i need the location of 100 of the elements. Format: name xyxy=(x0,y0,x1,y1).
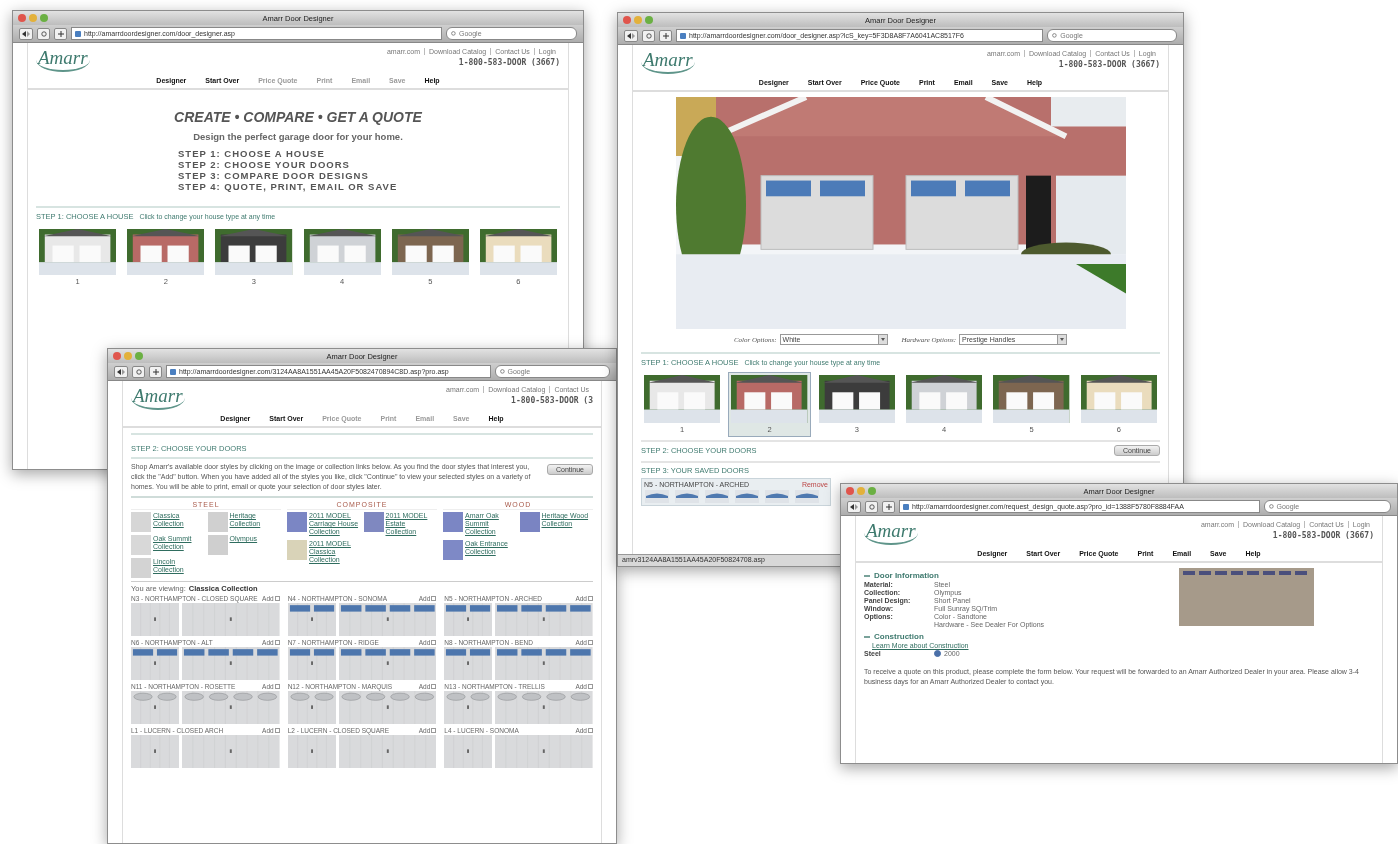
door-image[interactable] xyxy=(131,691,180,725)
reload-icon xyxy=(645,32,652,39)
checkbox[interactable] xyxy=(588,684,593,690)
checkbox[interactable] xyxy=(274,684,280,690)
search-icon xyxy=(451,30,457,37)
door-image[interactable] xyxy=(444,603,493,637)
door-image[interactable] xyxy=(495,603,593,637)
checkbox[interactable] xyxy=(274,596,280,602)
door-thumbnail[interactable] xyxy=(734,490,760,503)
checkbox[interactable] xyxy=(274,728,280,734)
reload-button[interactable] xyxy=(865,500,878,513)
add-button[interactable] xyxy=(882,500,895,513)
checkbox[interactable] xyxy=(431,684,437,690)
door-thumbnail[interactable] xyxy=(674,490,700,503)
door-image[interactable] xyxy=(444,691,493,725)
collapse-icon[interactable] xyxy=(864,633,870,640)
door-swatch[interactable] xyxy=(287,512,307,533)
checkbox[interactable] xyxy=(431,596,437,602)
door-image[interactable] xyxy=(338,603,437,637)
section-title: Construction xyxy=(874,632,924,641)
checkbox[interactable] xyxy=(431,728,437,734)
phone-number: 1-800-583-DOOR (3667) xyxy=(458,58,560,67)
page-icon xyxy=(170,368,176,375)
door-thumbnail[interactable] xyxy=(794,490,820,503)
door-image[interactable] xyxy=(287,603,336,637)
radio-button[interactable] xyxy=(934,650,941,657)
reload-icon xyxy=(40,30,47,37)
door-image[interactable] xyxy=(182,691,280,725)
reload-icon xyxy=(868,503,875,510)
checkbox[interactable] xyxy=(588,728,593,734)
back-forward-icon xyxy=(22,30,30,37)
logo[interactable]: Amarr xyxy=(641,50,695,74)
plus-icon xyxy=(57,30,64,37)
plus-icon xyxy=(152,368,159,375)
reload-button[interactable] xyxy=(132,365,145,378)
logo[interactable]: Amarr xyxy=(864,521,918,545)
logo[interactable]: Amarr xyxy=(131,386,185,410)
search-icon xyxy=(1052,32,1059,39)
step-text: STEP 4: QUOTE, PRINT, EMAIL OR SAVE xyxy=(178,181,399,192)
door-swatch[interactable] xyxy=(131,535,151,556)
checkbox[interactable] xyxy=(588,640,593,646)
door-image[interactable] xyxy=(287,647,336,681)
add-button[interactable] xyxy=(54,27,67,40)
window-controls-icon[interactable] xyxy=(18,14,48,22)
checkbox[interactable] xyxy=(274,640,280,646)
subtitle: Design the perfect garage door for your home. xyxy=(192,131,404,142)
door-thumbnail[interactable] xyxy=(644,490,670,503)
page-icon xyxy=(903,503,909,510)
back-forward-icon xyxy=(850,503,858,510)
page-icon xyxy=(75,30,81,37)
door-swatch[interactable] xyxy=(443,512,463,533)
phone-number: 1-800-583-DOOR (3667) xyxy=(1272,531,1374,540)
door-swatch[interactable] xyxy=(131,558,151,579)
door-image[interactable] xyxy=(182,647,280,681)
window-controls-icon[interactable] xyxy=(846,487,876,495)
reload-button[interactable] xyxy=(37,27,50,40)
door-image[interactable] xyxy=(495,691,593,725)
back-button[interactable] xyxy=(624,29,638,42)
reload-button[interactable] xyxy=(642,29,655,42)
door-swatch[interactable] xyxy=(443,539,463,560)
logo[interactable]: Amarr xyxy=(36,48,90,72)
page-icon xyxy=(680,32,686,39)
plus-icon xyxy=(662,32,669,39)
door-thumbnail[interactable] xyxy=(764,490,790,503)
checkbox[interactable] xyxy=(588,596,593,602)
door-swatch[interactable] xyxy=(207,512,228,533)
door-image[interactable] xyxy=(444,647,493,681)
door-image[interactable] xyxy=(338,691,437,725)
back-button[interactable] xyxy=(114,365,128,378)
door-swatch[interactable] xyxy=(287,539,307,560)
door-image[interactable] xyxy=(495,647,593,681)
phone-number: 1-800-583-DOOR (3667) xyxy=(1058,60,1160,69)
step-text: STEP 2: CHOOSE YOUR DOORS xyxy=(178,159,351,170)
door-swatch[interactable] xyxy=(207,535,228,556)
window-controls-icon[interactable] xyxy=(623,16,653,24)
section-title: Door Information xyxy=(874,571,939,580)
caret-icon xyxy=(1057,335,1067,344)
step-text: STEP 3: COMPARE DOOR DESIGNS xyxy=(178,170,370,181)
window-controls-icon[interactable] xyxy=(113,352,143,360)
headline: CREATE • COMPARE • GET A QUOTE xyxy=(173,109,423,125)
door-swatch[interactable] xyxy=(519,512,540,533)
collapse-icon[interactable] xyxy=(864,572,870,579)
door-thumbnail[interactable] xyxy=(704,490,730,503)
add-button[interactable] xyxy=(149,365,162,378)
door-swatch[interactable] xyxy=(363,512,384,533)
reload-icon xyxy=(135,368,142,375)
door-image[interactable] xyxy=(287,691,336,725)
phone-number: 1-800-583-DOOR (3 xyxy=(511,396,593,405)
door-image[interactable] xyxy=(338,647,437,681)
door-swatch[interactable] xyxy=(131,512,151,533)
door-image[interactable] xyxy=(131,647,180,681)
search-icon xyxy=(499,368,506,375)
plus-icon xyxy=(885,503,892,510)
step-text: STEP 1: CHOOSE A HOUSE xyxy=(178,148,326,159)
back-button[interactable] xyxy=(847,500,861,513)
add-button[interactable] xyxy=(659,29,672,42)
back-button[interactable] xyxy=(19,27,33,40)
caret-icon xyxy=(877,335,887,344)
checkbox[interactable] xyxy=(431,640,437,646)
back-forward-icon xyxy=(627,32,635,39)
